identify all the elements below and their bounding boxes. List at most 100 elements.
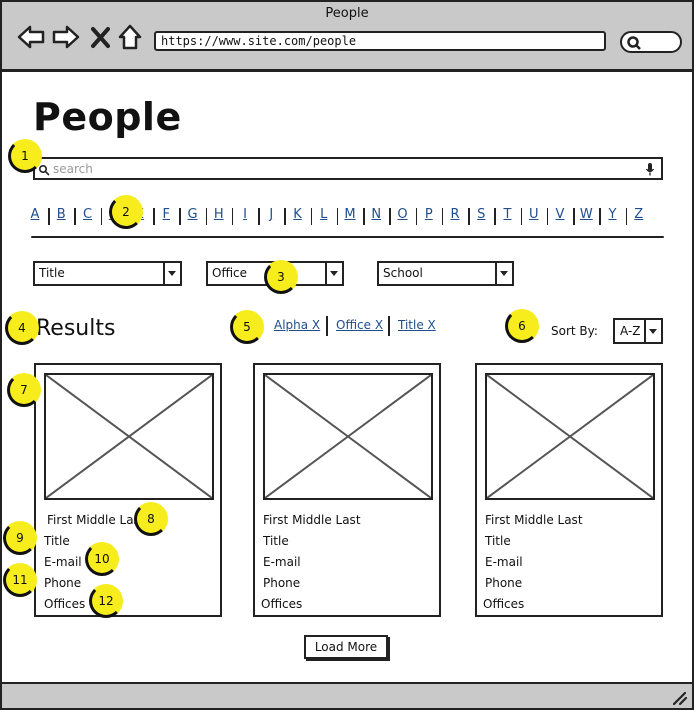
- alpha-separator: [336, 208, 339, 225]
- person-email[interactable]: E-mail: [44, 555, 82, 569]
- alpha-link-v[interactable]: V: [556, 207, 565, 222]
- browser-status-bar: [0, 682, 694, 710]
- alpha-link-y[interactable]: Y: [609, 207, 617, 222]
- person-card[interactable]: First Middle Last Title E-mail Phone Off…: [475, 363, 663, 617]
- alpha-separator: [468, 208, 470, 225]
- sort-select[interactable]: A-Z: [613, 318, 663, 344]
- alpha-link-w[interactable]: W: [580, 207, 593, 222]
- alpha-separator: [179, 208, 181, 225]
- person-photo-placeholder: [263, 373, 433, 500]
- title-filter-dropdown[interactable]: Title: [33, 261, 182, 286]
- alpha-link-c[interactable]: C: [83, 207, 92, 222]
- person-name[interactable]: First Middle Last: [485, 513, 583, 527]
- sort-value: A-Z: [620, 324, 641, 338]
- person-offices: Offices: [44, 597, 86, 611]
- alpha-separator: [258, 208, 260, 225]
- alpha-separator: [310, 208, 313, 225]
- person-phone: Phone: [485, 576, 523, 590]
- person-phone: Phone: [44, 576, 82, 590]
- annotation-marker: 1: [8, 139, 42, 173]
- person-name[interactable]: First Middle Last: [47, 513, 145, 527]
- person-email[interactable]: E-mail: [485, 555, 523, 569]
- alpha-link-p[interactable]: P: [425, 207, 433, 222]
- load-more-button[interactable]: Load More: [304, 635, 388, 659]
- close-icon[interactable]: [88, 22, 114, 52]
- school-filter-label: School: [383, 266, 423, 280]
- chevron-down-icon[interactable]: [325, 263, 342, 284]
- person-phone: Phone: [263, 576, 301, 590]
- sort-by-label: Sort By:: [551, 324, 598, 338]
- alpha-separator: [599, 208, 601, 225]
- person-photo-placeholder: [44, 373, 214, 500]
- office-filter-label: Office: [212, 266, 248, 280]
- chevron-down-icon[interactable]: [163, 263, 180, 284]
- alpha-link-b[interactable]: B: [57, 207, 66, 222]
- alpha-separator: [74, 208, 76, 225]
- alpha-separator: [441, 208, 444, 225]
- chevron-down-icon[interactable]: [644, 320, 661, 342]
- alpha-separator: [573, 208, 575, 225]
- filter-separator: [326, 316, 328, 336]
- person-offices: Offices: [261, 597, 303, 611]
- image-placeholder-icon: [46, 375, 212, 498]
- alpha-link-f[interactable]: F: [163, 207, 170, 222]
- person-title: Title: [263, 534, 289, 548]
- alpha-link-g[interactable]: G: [187, 207, 197, 222]
- person-email[interactable]: E-mail: [263, 555, 301, 569]
- alpha-separator: [363, 208, 365, 225]
- search-input[interactable]: [53, 160, 633, 177]
- alpha-link-u[interactable]: U: [529, 207, 539, 222]
- annotation-marker: 2: [109, 195, 143, 229]
- alpha-link-l[interactable]: L: [320, 207, 327, 222]
- people-search-box[interactable]: [33, 157, 663, 180]
- alpha-link-z[interactable]: Z: [634, 207, 643, 222]
- filter-separator: [388, 316, 390, 336]
- alpha-link-i[interactable]: I: [243, 207, 247, 222]
- alpha-separator: [520, 208, 523, 225]
- alpha-link-k[interactable]: K: [293, 207, 302, 222]
- resize-grip-icon[interactable]: [670, 690, 688, 706]
- image-placeholder-icon: [265, 375, 431, 498]
- alpha-separator: [284, 208, 286, 225]
- alpha-link-n[interactable]: N: [371, 207, 381, 222]
- alpha-link-m[interactable]: M: [344, 207, 355, 222]
- school-filter-dropdown[interactable]: School: [377, 261, 514, 286]
- browser-search-field[interactable]: [620, 31, 682, 53]
- annotation-marker: 12: [89, 584, 123, 618]
- alpha-link-a[interactable]: A: [31, 207, 40, 222]
- active-filter-alpha[interactable]: Alpha X: [274, 318, 320, 332]
- alpha-link-s[interactable]: S: [477, 207, 485, 222]
- annotation-marker: 10: [85, 542, 119, 576]
- alpha-separator: [415, 208, 418, 225]
- url-bar[interactable]: https://www.site.com/people: [154, 31, 606, 51]
- alpha-separator: [48, 208, 50, 225]
- page-title: People: [33, 95, 182, 139]
- annotation-marker: 5: [230, 310, 264, 344]
- alpha-link-t[interactable]: T: [504, 207, 512, 222]
- forward-icon[interactable]: [51, 22, 81, 52]
- person-card[interactable]: First Middle Last Title E-mail Phone Off…: [34, 363, 222, 617]
- person-offices: Offices: [483, 597, 525, 611]
- back-icon[interactable]: [16, 22, 46, 52]
- active-filter-office[interactable]: Office X: [336, 318, 383, 332]
- annotation-marker: 11: [3, 563, 37, 597]
- person-title: Title: [485, 534, 511, 548]
- alpha-link-j[interactable]: J: [269, 207, 273, 222]
- alpha-link-r[interactable]: R: [450, 207, 459, 222]
- home-icon[interactable]: [116, 22, 146, 52]
- annotation-marker: 8: [134, 502, 168, 536]
- person-card[interactable]: First Middle Last Title E-mail Phone Off…: [253, 363, 441, 617]
- person-name[interactable]: First Middle Last: [263, 513, 361, 527]
- alpha-link-o[interactable]: O: [397, 207, 407, 222]
- annotation-marker: 7: [7, 373, 41, 407]
- alpha-separator: [100, 208, 103, 225]
- active-filter-title[interactable]: Title X: [398, 318, 436, 332]
- chevron-down-icon[interactable]: [495, 263, 512, 284]
- window-title: People: [325, 6, 369, 21]
- person-photo-placeholder: [485, 373, 655, 500]
- annotation-marker: 4: [5, 311, 39, 345]
- person-title: Title: [44, 534, 70, 548]
- microphone-icon[interactable]: [645, 162, 655, 177]
- alpha-link-h[interactable]: H: [214, 207, 224, 222]
- alpha-separator: [231, 208, 234, 225]
